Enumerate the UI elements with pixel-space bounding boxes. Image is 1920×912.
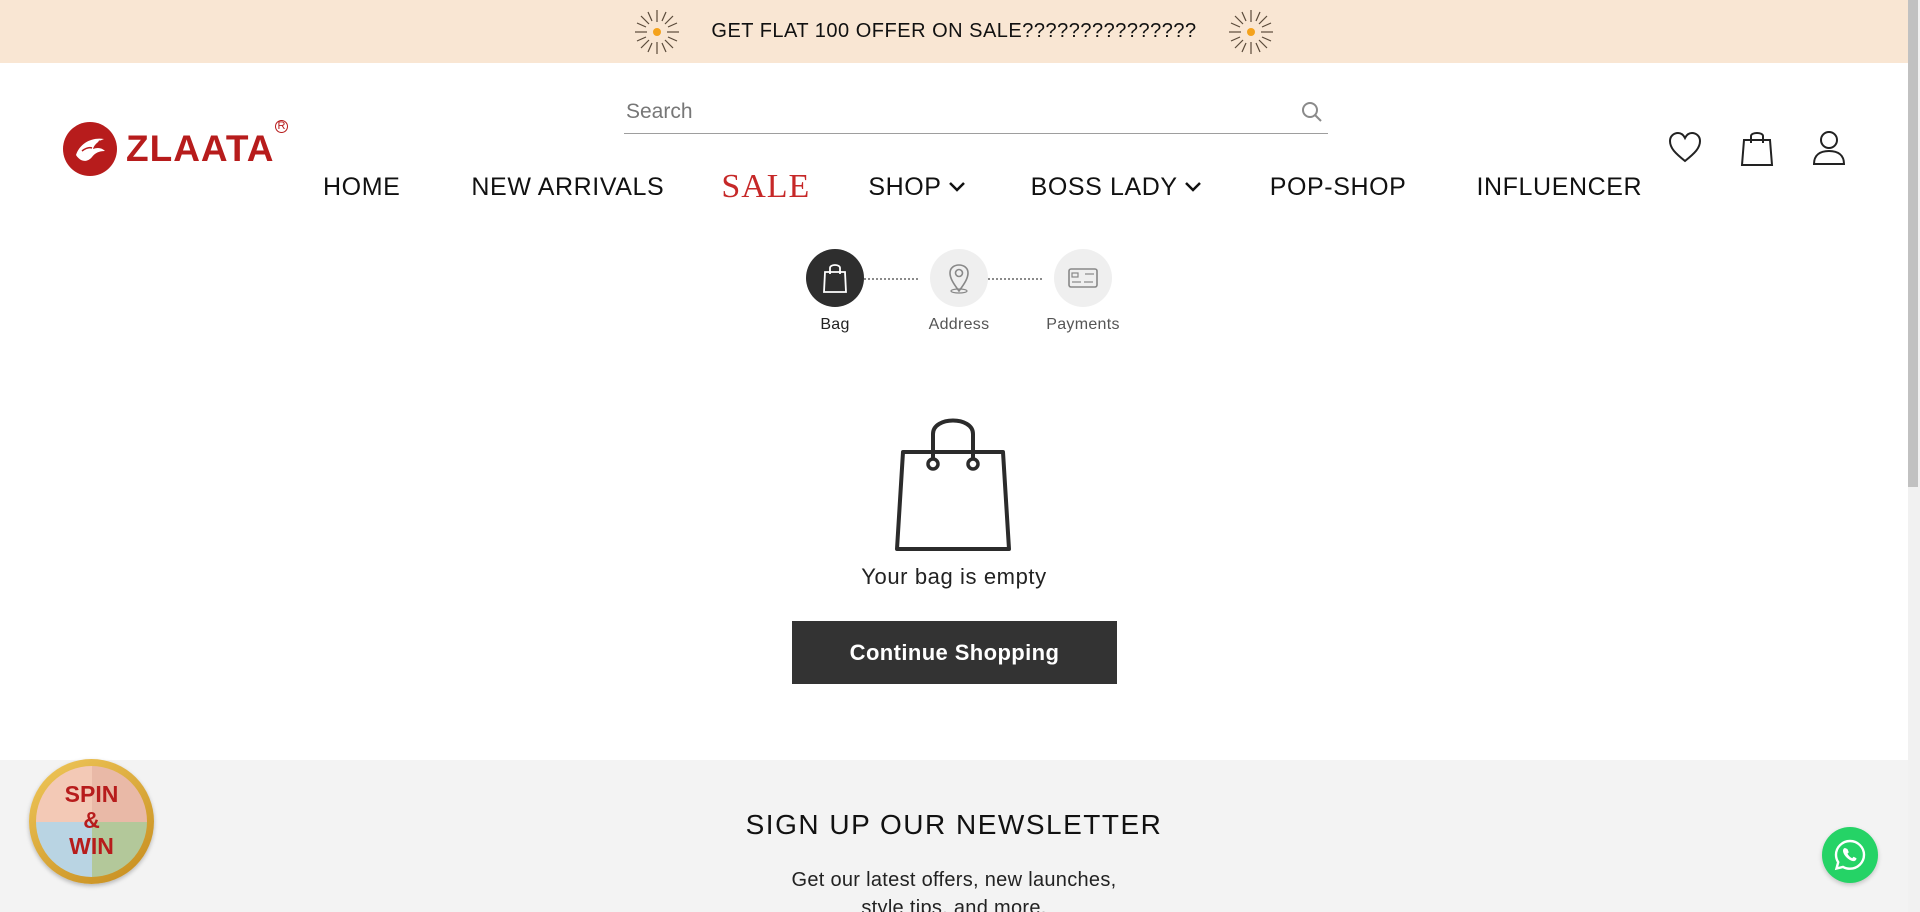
- nav-boss-lady[interactable]: BOSS LADY: [1031, 173, 1202, 202]
- registered-mark: R: [275, 120, 289, 133]
- page-scrollbar[interactable]: [1908, 0, 1920, 912]
- step-bag-circle: [806, 249, 864, 307]
- empty-bag-icon: [895, 418, 1011, 551]
- nav-influencer[interactable]: INFLUENCER: [1476, 173, 1642, 202]
- spin-line2: &: [83, 807, 100, 833]
- search-input[interactable]: [624, 99, 1274, 124]
- spin-and-win-widget[interactable]: SPIN & WIN: [29, 759, 154, 884]
- newsletter-section: SIGN UP OUR NEWSLETTER Get our latest of…: [0, 760, 1908, 912]
- brand-name: ZLAATA R: [126, 120, 289, 170]
- whatsapp-icon: [1834, 839, 1866, 871]
- bag-icon: [823, 264, 847, 293]
- credit-card-icon: [1068, 268, 1098, 288]
- location-pin-icon: [949, 264, 969, 294]
- nav-pop-shop[interactable]: POP-SHOP: [1270, 173, 1407, 202]
- spin-label: SPIN & WIN: [36, 781, 147, 859]
- step-label: Address: [928, 316, 990, 333]
- newsletter-title: SIGN UP OUR NEWSLETTER: [745, 809, 1163, 840]
- nav-boss-lady-label: BOSS LADY: [1030, 172, 1178, 201]
- empty-bag-message: Your bag is empty: [861, 564, 1047, 589]
- announcement-bar: GET FLAT 100 OFFER ON SALE??????????????…: [0, 0, 1908, 63]
- main-nav: HOME NEW ARRIVALS SALE SHOP BOSS LADY PO…: [323, 168, 1642, 206]
- checkout-steps: Bag Address Payments: [790, 249, 1130, 339]
- continue-shopping-button[interactable]: Continue Shopping: [792, 621, 1117, 684]
- brand-logo[interactable]: ZLAATA R: [62, 120, 289, 177]
- bag-icon[interactable]: [1739, 128, 1775, 168]
- page: GET FLAT 100 OFFER ON SALE??????????????…: [0, 0, 1908, 912]
- step-connector: [864, 278, 918, 280]
- spin-line1: SPIN: [64, 781, 119, 807]
- step-label: Bag: [820, 316, 850, 333]
- user-icon[interactable]: [1811, 128, 1847, 168]
- spin-wheel: SPIN & WIN: [36, 766, 147, 877]
- nav-new-arrivals[interactable]: NEW ARRIVALS: [471, 173, 664, 202]
- firework-icon: [635, 9, 680, 54]
- header-actions: [1667, 128, 1847, 168]
- newsletter-subtitle-line1: Get our latest offers, new launches,: [791, 869, 1117, 891]
- nav-sale[interactable]: SALE: [721, 168, 810, 206]
- newsletter-subtitle: Get our latest offers, new launches, sty…: [0, 866, 1908, 912]
- heart-icon[interactable]: [1667, 128, 1703, 168]
- scrollbar-thumb[interactable]: [1908, 0, 1918, 487]
- step-address: Address: [914, 249, 1004, 334]
- nav-shop[interactable]: SHOP: [868, 173, 965, 202]
- search-bar: [624, 90, 1328, 134]
- newsletter-subtitle-line2: style tips, and more.: [861, 897, 1047, 912]
- step-payments: Payments: [1038, 249, 1128, 334]
- announcement-text: GET FLAT 100 OFFER ON SALE??????????????…: [711, 20, 1197, 42]
- step-connector: [988, 278, 1042, 280]
- firework-icon: [1228, 9, 1273, 54]
- chevron-down-icon: [1184, 182, 1201, 192]
- brand-wordmark: ZLAATA: [126, 128, 275, 169]
- step-bag: Bag: [790, 249, 880, 334]
- nav-home[interactable]: HOME: [323, 173, 400, 202]
- step-label: Payments: [1046, 316, 1120, 333]
- phoenix-logo-icon: [63, 122, 117, 176]
- spin-line3: WIN: [69, 833, 114, 859]
- step-payments-circle: [1054, 249, 1112, 307]
- whatsapp-chat-button[interactable]: [1822, 827, 1878, 883]
- search-icon[interactable]: [1300, 100, 1324, 124]
- chevron-down-icon: [948, 182, 965, 192]
- nav-shop-label: SHOP: [868, 172, 942, 201]
- step-address-circle: [930, 249, 988, 307]
